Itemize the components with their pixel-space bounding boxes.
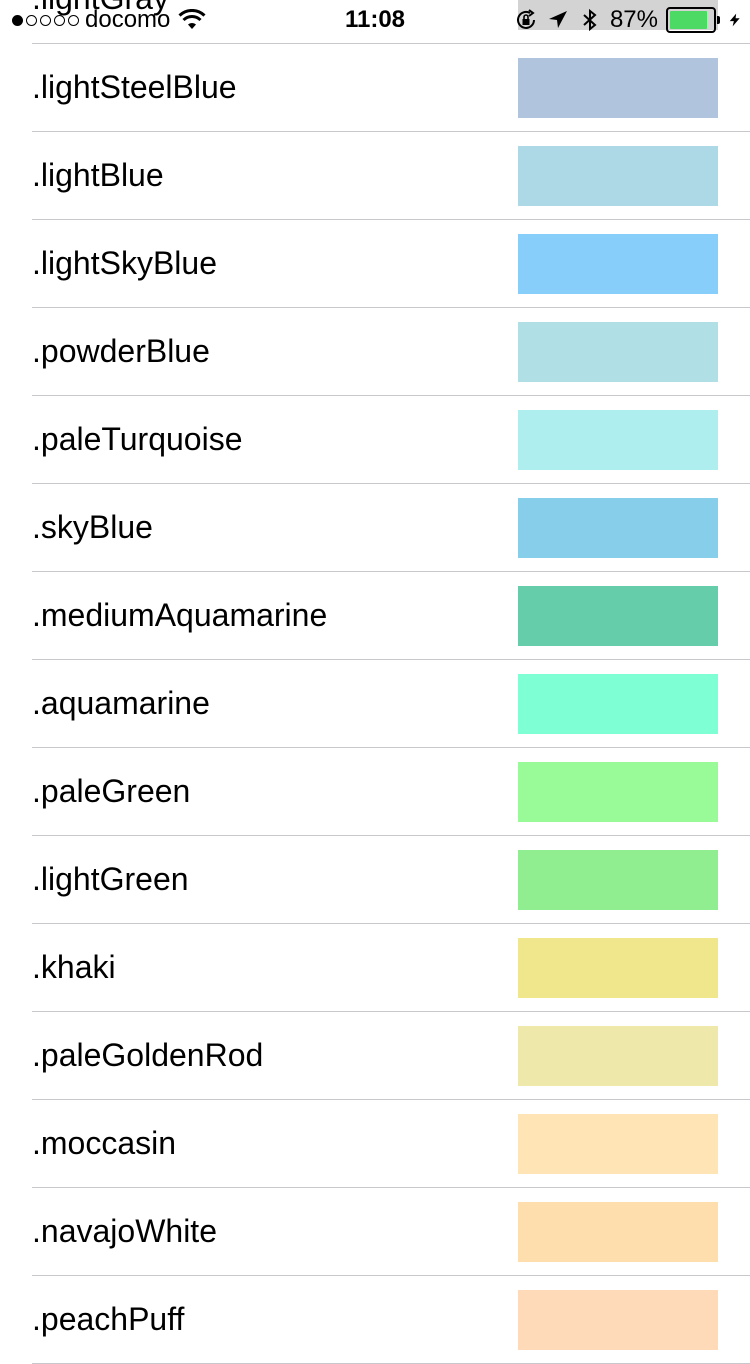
list-item[interactable]: .paleGreen xyxy=(0,748,750,836)
color-swatch xyxy=(518,1202,718,1262)
list-item-label: .aquamarine xyxy=(32,685,210,721)
status-right-group: 87% xyxy=(514,0,742,40)
color-swatch xyxy=(518,1290,718,1350)
color-swatch xyxy=(518,674,718,734)
list-item-label: .peachPuff xyxy=(32,1301,185,1337)
list-item[interactable]: .lightSkyBlue xyxy=(0,220,750,308)
color-swatch xyxy=(518,1026,718,1086)
color-swatch xyxy=(518,850,718,910)
color-list[interactable]: .lightSteelBlue .lightBlue .lightSkyBlue .p… xyxy=(0,44,750,1364)
color-swatch xyxy=(518,762,718,822)
color-swatch xyxy=(518,234,718,294)
list-item[interactable]: .aquamarine xyxy=(0,660,750,748)
list-item-label: .lightGreen xyxy=(32,861,189,897)
list-item[interactable]: .navajoWhite xyxy=(0,1188,750,1276)
orientation-lock-icon xyxy=(516,9,535,29)
battery-percent: 87% xyxy=(609,6,658,33)
list-item[interactable]: .paleGoldenRod xyxy=(0,1012,750,1100)
charging-bolt-icon xyxy=(729,13,740,27)
list-item-label: .lightSteelBlue xyxy=(32,69,237,105)
list-item[interactable]: .powderBlue xyxy=(0,308,750,396)
color-swatch xyxy=(518,938,718,998)
list-item[interactable]: .moccasin xyxy=(0,1100,750,1188)
list-item[interactable]: .lightSteelBlue xyxy=(0,44,750,132)
list-item-label: .lightSkyBlue xyxy=(32,245,217,281)
list-item-label: .paleGoldenRod xyxy=(32,1037,264,1073)
color-swatch xyxy=(518,58,718,118)
list-item-label: .powderBlue xyxy=(32,333,210,369)
color-swatch xyxy=(518,586,718,646)
list-item-label: .paleTurquoise xyxy=(32,421,243,457)
list-item-label: .lightBlue xyxy=(32,157,164,193)
bluetooth-icon xyxy=(583,8,597,32)
list-item[interactable]: .khaki xyxy=(0,924,750,1012)
list-item-label: .khaki xyxy=(32,949,116,985)
list-item[interactable]: .skyBlue xyxy=(0,484,750,572)
list-item-label: .navajoWhite xyxy=(32,1213,217,1249)
list-item[interactable]: .lightBlue xyxy=(0,132,750,220)
list-item-label: .paleGreen xyxy=(32,773,191,809)
list-item[interactable]: .peachPuff xyxy=(0,1276,750,1364)
list-item-label: .mediumAquamarine xyxy=(32,597,328,633)
color-swatch xyxy=(518,1114,718,1174)
list-item[interactable]: .mediumAquamarine xyxy=(0,572,750,660)
list-item[interactable]: .lightGreen xyxy=(0,836,750,924)
battery-icon xyxy=(666,7,720,33)
list-item-label: .skyBlue xyxy=(32,509,153,545)
color-swatch xyxy=(518,410,718,470)
list-item[interactable]: .paleTurquoise xyxy=(0,396,750,484)
color-swatch xyxy=(518,146,718,206)
status-bar: docomo 11:08 87% xyxy=(0,0,750,40)
color-swatch xyxy=(518,498,718,558)
color-swatch xyxy=(518,322,718,382)
list-item-label: .moccasin xyxy=(32,1125,177,1161)
location-arrow-icon xyxy=(548,11,567,28)
